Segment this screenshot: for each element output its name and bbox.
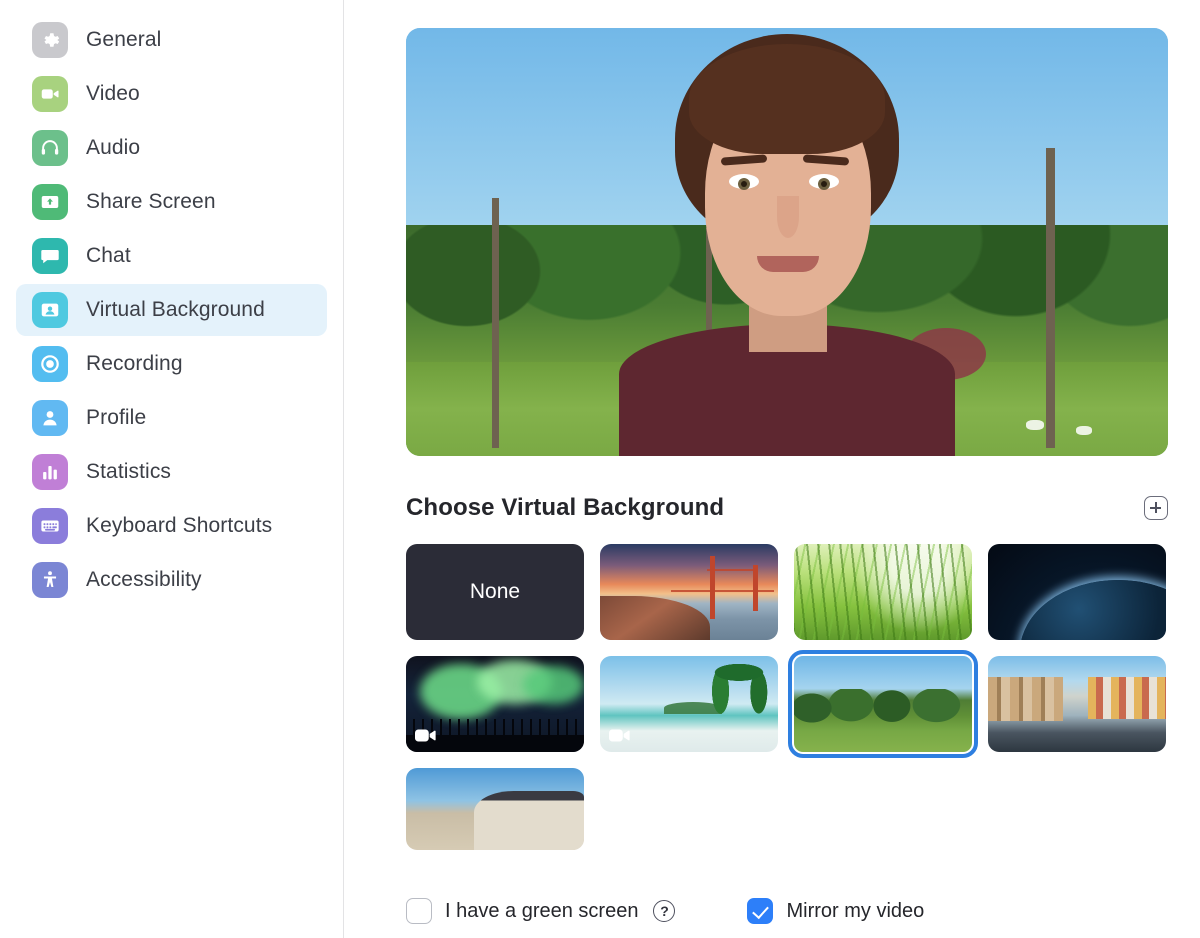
options-bar: I have a green screen ? Mirror my video	[406, 898, 924, 924]
bridge-deck	[671, 590, 775, 593]
add-background-button[interactable]	[1144, 496, 1168, 520]
sidebar-item-label: Recording	[86, 352, 183, 375]
sidebar-item-general[interactable]: General	[16, 14, 327, 66]
preview-person	[1026, 420, 1044, 430]
green-screen-checkbox[interactable]	[406, 898, 432, 924]
sidebar-item-chat[interactable]: Chat	[16, 230, 327, 282]
camcorder-icon	[32, 76, 68, 112]
background-thumbnail[interactable]	[988, 656, 1166, 752]
bridge-cable	[706, 568, 757, 571]
headphones-icon	[32, 130, 68, 166]
background-thumbnail-grid: None	[406, 544, 1168, 850]
sidebar-item-keyboard-shortcuts[interactable]: Keyboard Shortcuts	[16, 500, 327, 552]
subject-nose	[777, 196, 799, 238]
sidebar-item-label: Chat	[86, 244, 131, 267]
background-thumbnail[interactable]	[406, 656, 584, 752]
video-preview[interactable]	[406, 28, 1168, 456]
accessibility-icon	[32, 562, 68, 598]
virtual-background-panel: Choose Virtual Background None I have a …	[344, 0, 1200, 938]
background-thumbnail[interactable]	[788, 650, 978, 758]
mirror-video-label: Mirror my video	[786, 899, 925, 922]
person-icon	[32, 400, 68, 436]
gear-icon	[32, 22, 68, 58]
chat-bubble-icon	[32, 238, 68, 274]
sidebar-item-label: Share Screen	[86, 190, 216, 213]
video-background-badge-icon	[415, 728, 437, 743]
aurora-band	[523, 665, 584, 704]
sidebar-item-profile[interactable]: Profile	[16, 392, 327, 444]
sidebar-item-label: Virtual Background	[86, 298, 265, 321]
preview-tree-trunk	[1046, 148, 1055, 448]
keyboard-icon	[32, 508, 68, 544]
bridge-tower	[710, 555, 716, 619]
sidebar-item-statistics[interactable]: Statistics	[16, 446, 327, 498]
mirror-video-checkbox[interactable]	[747, 898, 774, 924]
sidebar-item-label: Profile	[86, 406, 147, 429]
sidebar-item-label: General	[86, 28, 162, 51]
subject-eye	[729, 174, 759, 190]
section-header: Choose Virtual Background	[406, 494, 1168, 522]
page-title: Choose Virtual Background	[406, 494, 725, 521]
mirror-video-option[interactable]: Mirror my video	[747, 898, 924, 924]
help-icon[interactable]: ?	[653, 900, 676, 922]
sidebar-item-virtual-background[interactable]: Virtual Background	[16, 284, 327, 336]
preview-person	[1076, 426, 1092, 435]
sidebar-item-label: Video	[86, 82, 140, 105]
subject-fringe	[689, 44, 885, 154]
background-thumbnail[interactable]	[406, 768, 584, 850]
green-screen-label: I have a green screen	[445, 899, 639, 922]
virtual-background-icon	[32, 292, 68, 328]
sidebar-item-video[interactable]: Video	[16, 68, 327, 120]
none-label: None	[469, 580, 521, 603]
share-screen-icon	[32, 184, 68, 220]
palm-tree	[706, 660, 772, 722]
sidebar-item-label: Audio	[86, 136, 141, 159]
sidebar-item-label: Statistics	[86, 460, 172, 483]
sidebar-item-accessibility[interactable]: Accessibility	[16, 554, 327, 606]
preview-subject	[619, 28, 955, 456]
sidebar-item-label: Keyboard Shortcuts	[86, 514, 273, 537]
sidebar-item-share-screen[interactable]: Share Screen	[16, 176, 327, 228]
background-thumbnail[interactable]	[988, 544, 1166, 640]
sidebar-item-audio[interactable]: Audio	[16, 122, 327, 174]
bar-chart-icon	[32, 454, 68, 490]
background-thumbnail[interactable]	[600, 656, 778, 752]
record-circle-icon	[32, 346, 68, 382]
subject-eye	[809, 174, 839, 190]
subject-mouth	[757, 256, 819, 272]
settings-sidebar: General Video Audio Share Screen Chat Virtual…	[0, 0, 344, 938]
sidebar-item-recording[interactable]: Recording	[16, 338, 327, 390]
sidebar-item-label: Accessibility	[86, 568, 202, 591]
background-thumbnail[interactable]	[600, 544, 778, 640]
bridge-tower	[753, 565, 759, 612]
video-background-badge-icon	[609, 728, 631, 743]
plaza-statue	[473, 813, 490, 844]
background-thumbnail[interactable]: None	[406, 544, 584, 640]
preview-tree-trunk	[492, 198, 499, 448]
background-thumbnail[interactable]	[794, 544, 972, 640]
zoom-settings-window: General Video Audio Share Screen Chat Virtual…	[0, 0, 1200, 938]
green-screen-option[interactable]: I have a green screen ?	[406, 898, 676, 924]
